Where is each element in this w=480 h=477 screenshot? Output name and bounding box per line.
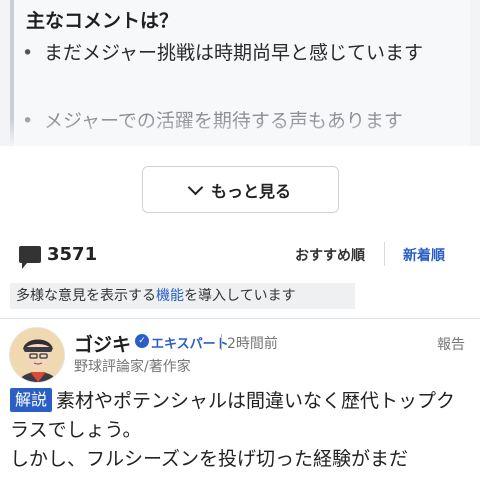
explanation-tag: 解説 xyxy=(10,388,53,412)
comment-time: 2時間前 xyxy=(227,336,278,352)
avatar-illustration-icon xyxy=(10,328,64,382)
summary-bullet-text: まだメジャー挑戦は時期尚早と感じています xyxy=(44,42,424,64)
meta-divider xyxy=(221,334,222,350)
notice-suffix: を導入しています xyxy=(184,288,296,304)
avatar[interactable] xyxy=(9,327,65,383)
bullet-dot-icon: • xyxy=(22,42,34,64)
comment-body: 解説 素材やポテンシャルは間違いなく歴代トップク ラスでしょう。 しかし、フルシー… xyxy=(10,387,472,474)
author-name[interactable]: ゴジキ xyxy=(74,330,131,357)
section-divider xyxy=(0,318,480,319)
sort-recommended[interactable]: おすすめ順 xyxy=(295,245,365,265)
sort-divider xyxy=(384,242,385,266)
comment-bubble-icon xyxy=(19,246,41,269)
show-more-label: もっと見る xyxy=(210,181,291,201)
comment-sort-bar: 3571 おすすめ順 新着順 xyxy=(0,236,480,274)
expert-check-icon: ✓ xyxy=(135,334,149,348)
comment-text-line: ラスでしょう。 xyxy=(10,419,142,441)
summary-title: 主なコメントは？ xyxy=(26,10,179,32)
notice-prefix: 多様な意見を表示する xyxy=(16,288,156,304)
report-button[interactable]: 報告 xyxy=(437,334,465,354)
sort-newest[interactable]: 新着順 xyxy=(403,245,445,265)
summary-fade xyxy=(10,118,470,146)
chevron-down-icon xyxy=(187,179,204,195)
show-more-button[interactable]: もっと見る xyxy=(142,166,339,213)
notice-feature-link[interactable]: 機能 xyxy=(156,288,184,304)
author-title: 野球評論家/著作家 xyxy=(74,359,191,375)
comment-text-line: しかし、フルシーズンを投げ切った経験がまだ xyxy=(10,448,409,470)
expert-badge: エキスパート xyxy=(151,337,229,352)
comment-summary-panel: 主なコメントは？ • まだメジャー挑戦は時期尚早と感じています • メジャーでの… xyxy=(0,0,480,146)
diversity-notice: 多様な意見を表示する機能を導入しています xyxy=(10,283,355,309)
summary-bullet: • まだメジャー挑戦は時期尚早と感じています xyxy=(22,40,464,67)
comment-text-line: 素材やポテンシャルは間違いなく歴代トップク xyxy=(56,390,456,412)
comment-count: 3571 xyxy=(47,244,98,265)
